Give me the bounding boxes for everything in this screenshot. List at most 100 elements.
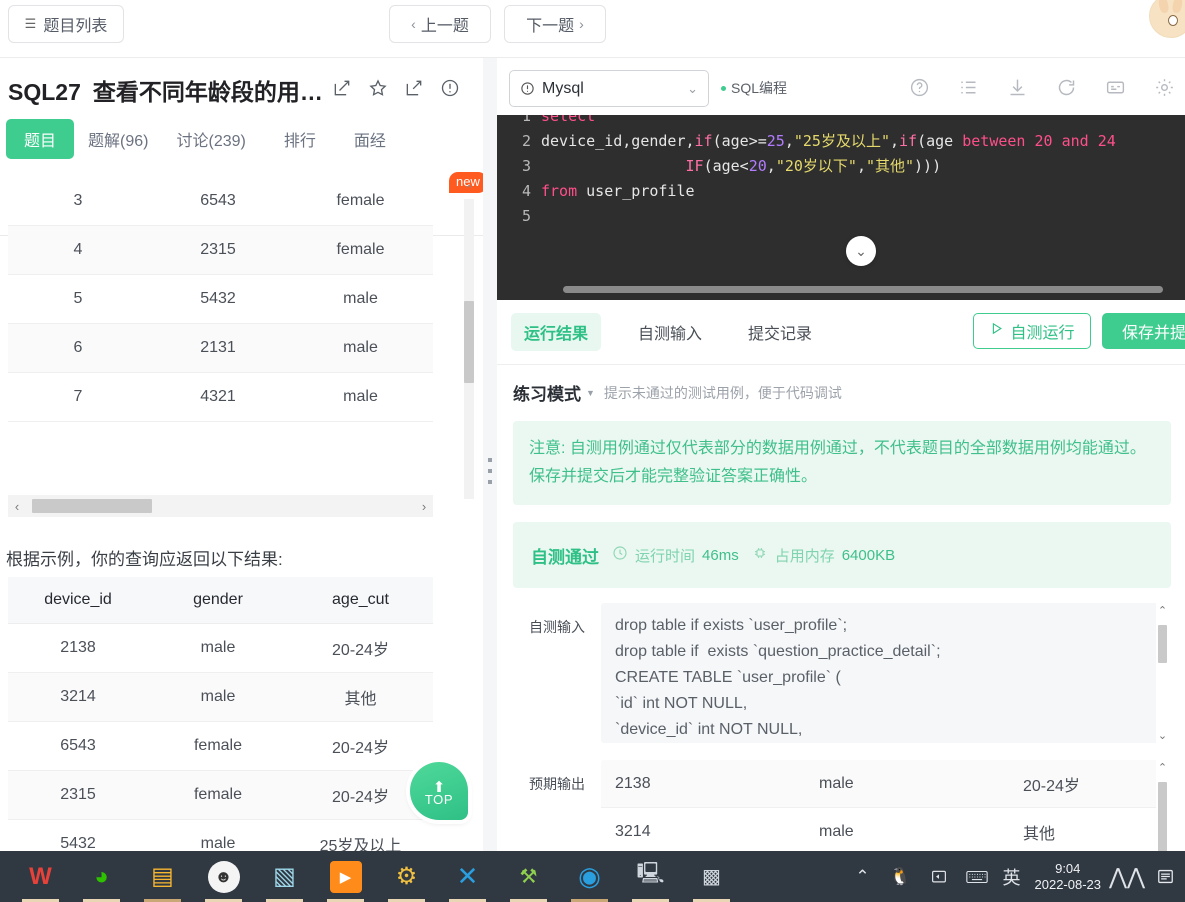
edit-icon[interactable] — [332, 78, 352, 98]
taskbar-item-wechat[interactable]: ◕ — [71, 851, 132, 902]
scroll-up-icon[interactable]: ⌃ — [1156, 604, 1169, 617]
self-test-input-label: 自测输入 — [529, 619, 585, 635]
sql-code-editor[interactable]: 1 select 2 device_id,gender,if(age>=25,"25… — [497, 115, 1185, 300]
taskbar-item-edge[interactable]: ◉ — [559, 851, 620, 902]
chevron-down-icon[interactable]: ▼ — [586, 388, 595, 398]
horizontal-scroll-thumb[interactable] — [32, 499, 152, 513]
line-number: 1 — [521, 115, 531, 125]
collapse-editor-button[interactable]: ⌄ — [846, 236, 876, 266]
tab-solutions[interactable]: 题解(96) — [74, 119, 162, 159]
notification-icon[interactable] — [1153, 865, 1177, 889]
tab-submission-records[interactable]: 提交记录 — [735, 313, 825, 351]
question-tabs: 题目 题解(96) 讨论(239) 排行 面经 — [6, 119, 400, 159]
taskbar-item-screen-recorder[interactable]: ▩ — [681, 851, 742, 902]
cell-gender: female — [336, 241, 385, 258]
taskbar-item-eclipse[interactable]: ⚙ — [376, 851, 437, 902]
taskbar-app-icons: W ◕ ▤ ☻ ▧ ▶ ⚙ ✕ ⚒ ◉ 🖳 ▩ — [10, 851, 742, 902]
info-icon[interactable] — [440, 78, 460, 98]
tab-discussion[interactable]: 讨论(239) — [162, 119, 259, 159]
table-row: 3214 male 其他 — [601, 808, 1169, 851]
list-icon[interactable] — [958, 77, 979, 98]
taskbar-item-media-player[interactable]: ▶ — [315, 851, 376, 902]
question-panel-scrollbar[interactable]: ⌃ — [463, 183, 475, 503]
panel-splitter[interactable] — [483, 58, 497, 851]
taskbar-item-file-explorer[interactable]: ▤ — [132, 851, 193, 902]
input-scroll-thumb[interactable] — [1158, 625, 1167, 663]
avatar-eye — [1168, 15, 1178, 26]
tab-run-result[interactable]: 运行结果 — [511, 313, 602, 351]
cell-device-id: 6543 — [60, 737, 96, 754]
practice-mode-label[interactable]: 练习模式 — [513, 380, 581, 405]
taskbar-item-vscode[interactable]: ✕ — [437, 851, 498, 902]
previous-question-button[interactable]: ‹ 上一题 — [389, 5, 491, 43]
example-data-table: 3 6543 female 4 2315 female 5 5432 male … — [8, 177, 433, 422]
download-icon[interactable] — [1007, 77, 1028, 98]
scroll-up-icon[interactable]: ⌃ — [463, 183, 475, 196]
star-icon[interactable] — [368, 78, 388, 98]
cell-device-id: 4321 — [200, 388, 236, 405]
question-list-label: 题目列表 — [43, 18, 108, 35]
scroll-up-icon[interactable]: ⌃ — [1156, 761, 1169, 774]
cell-device-id: 3214 — [615, 822, 651, 840]
tab-ranking[interactable]: 排行 — [270, 119, 330, 159]
code-horizontal-scrollbar[interactable] — [497, 286, 1185, 296]
taskbar-item-browser[interactable]: ☻ — [193, 851, 254, 902]
ime-indicator[interactable]: 英 — [1003, 865, 1021, 889]
clock-time: 9:04 — [1055, 860, 1081, 876]
header-age-cut: age_cut — [332, 591, 389, 608]
back-to-top-button[interactable]: ⬆ TOP — [410, 762, 468, 820]
network-icon[interactable]: ⋀⋀ — [1109, 864, 1145, 889]
line-number: 3 — [521, 157, 531, 175]
keyboard-icon[interactable] — [965, 865, 989, 889]
clock[interactable]: 9:04 2022-08-23 — [1035, 861, 1102, 893]
database-select[interactable]: Mysql ⌄ — [509, 70, 709, 107]
refresh-icon[interactable] — [1056, 77, 1077, 98]
cell-age-cut: 20-24岁 — [332, 642, 389, 659]
cell-device-id: 5432 — [60, 835, 96, 851]
scroll-left-icon[interactable]: ‹ — [8, 499, 26, 514]
taskbar-item-monitor[interactable]: 🖳 — [620, 851, 681, 902]
database-select-value: Mysql — [542, 79, 584, 97]
self-test-run-button[interactable]: 自测运行 — [973, 313, 1091, 349]
chevron-up-icon[interactable]: ⌃ — [851, 865, 875, 889]
example-table-horizontal-scrollbar[interactable]: ‹ › — [8, 495, 433, 517]
monitor-icon: 🖳 — [636, 862, 665, 885]
vertical-scroll-thumb[interactable] — [464, 301, 474, 383]
question-title-text: 查看不同年龄段的用… — [92, 79, 323, 105]
output-scrollbar[interactable]: ⌃ — [1156, 760, 1169, 851]
scroll-right-icon[interactable]: › — [415, 499, 433, 514]
share-icon[interactable] — [927, 865, 951, 889]
expected-output-box[interactable]: 2138 male 20-24岁 3214 male 其他 6543 femal… — [601, 760, 1169, 851]
taskbar-item-wps[interactable]: W — [10, 851, 71, 902]
self-test-input-code: drop table if exists `user_profile`; dro… — [615, 617, 941, 738]
console-icon[interactable] — [1105, 77, 1126, 98]
output-scroll-thumb[interactable] — [1158, 782, 1167, 851]
code-line: 5 — [497, 204, 1185, 229]
tab-interview[interactable]: 面经 — [340, 119, 400, 159]
notepad-icon: ▧ — [273, 863, 296, 890]
notice-banner: 注意: 自测用例通过仅代表部分的数据用例通过，不代表题目的全部数据用例均能通过。… — [513, 421, 1171, 505]
self-test-input-box[interactable]: drop table if exists `user_profile`; dro… — [601, 603, 1169, 743]
taskbar-item-tools[interactable]: ⚒ — [498, 851, 559, 902]
gear-icon[interactable] — [1154, 77, 1175, 98]
help-icon[interactable] — [909, 77, 930, 98]
chip-icon — [752, 545, 768, 565]
eclipse-javaee-icon: ⚙ — [395, 863, 418, 890]
code-scroll-thumb[interactable] — [563, 286, 1163, 293]
tab-question[interactable]: 题目 — [6, 119, 75, 159]
status-badge: 自测通过 — [531, 547, 599, 567]
avatar[interactable] — [1149, 0, 1185, 38]
tab-self-test-input[interactable]: 自测输入 — [625, 313, 715, 351]
next-question-button[interactable]: 下一题 › — [504, 5, 606, 43]
scroll-down-icon[interactable]: ⌄ — [1156, 729, 1169, 742]
question-list-button[interactable]: ☰ 题目列表 — [8, 5, 124, 43]
cell-device-id: 5432 — [200, 290, 236, 307]
input-scrollbar[interactable]: ⌃ ⌄ — [1156, 603, 1169, 743]
table-header-row: device_id gender age_cut — [8, 577, 433, 624]
header-device-id: device_id — [44, 591, 112, 608]
qq-icon[interactable]: 🐧 — [889, 865, 913, 889]
external-link-icon[interactable] — [404, 78, 424, 98]
save-and-submit-button[interactable]: 保存并提交 — [1102, 313, 1185, 349]
result-prompt: 根据示例，你的查询应返回以下结果: — [6, 550, 283, 569]
taskbar-item-notepad[interactable]: ▧ — [254, 851, 315, 902]
